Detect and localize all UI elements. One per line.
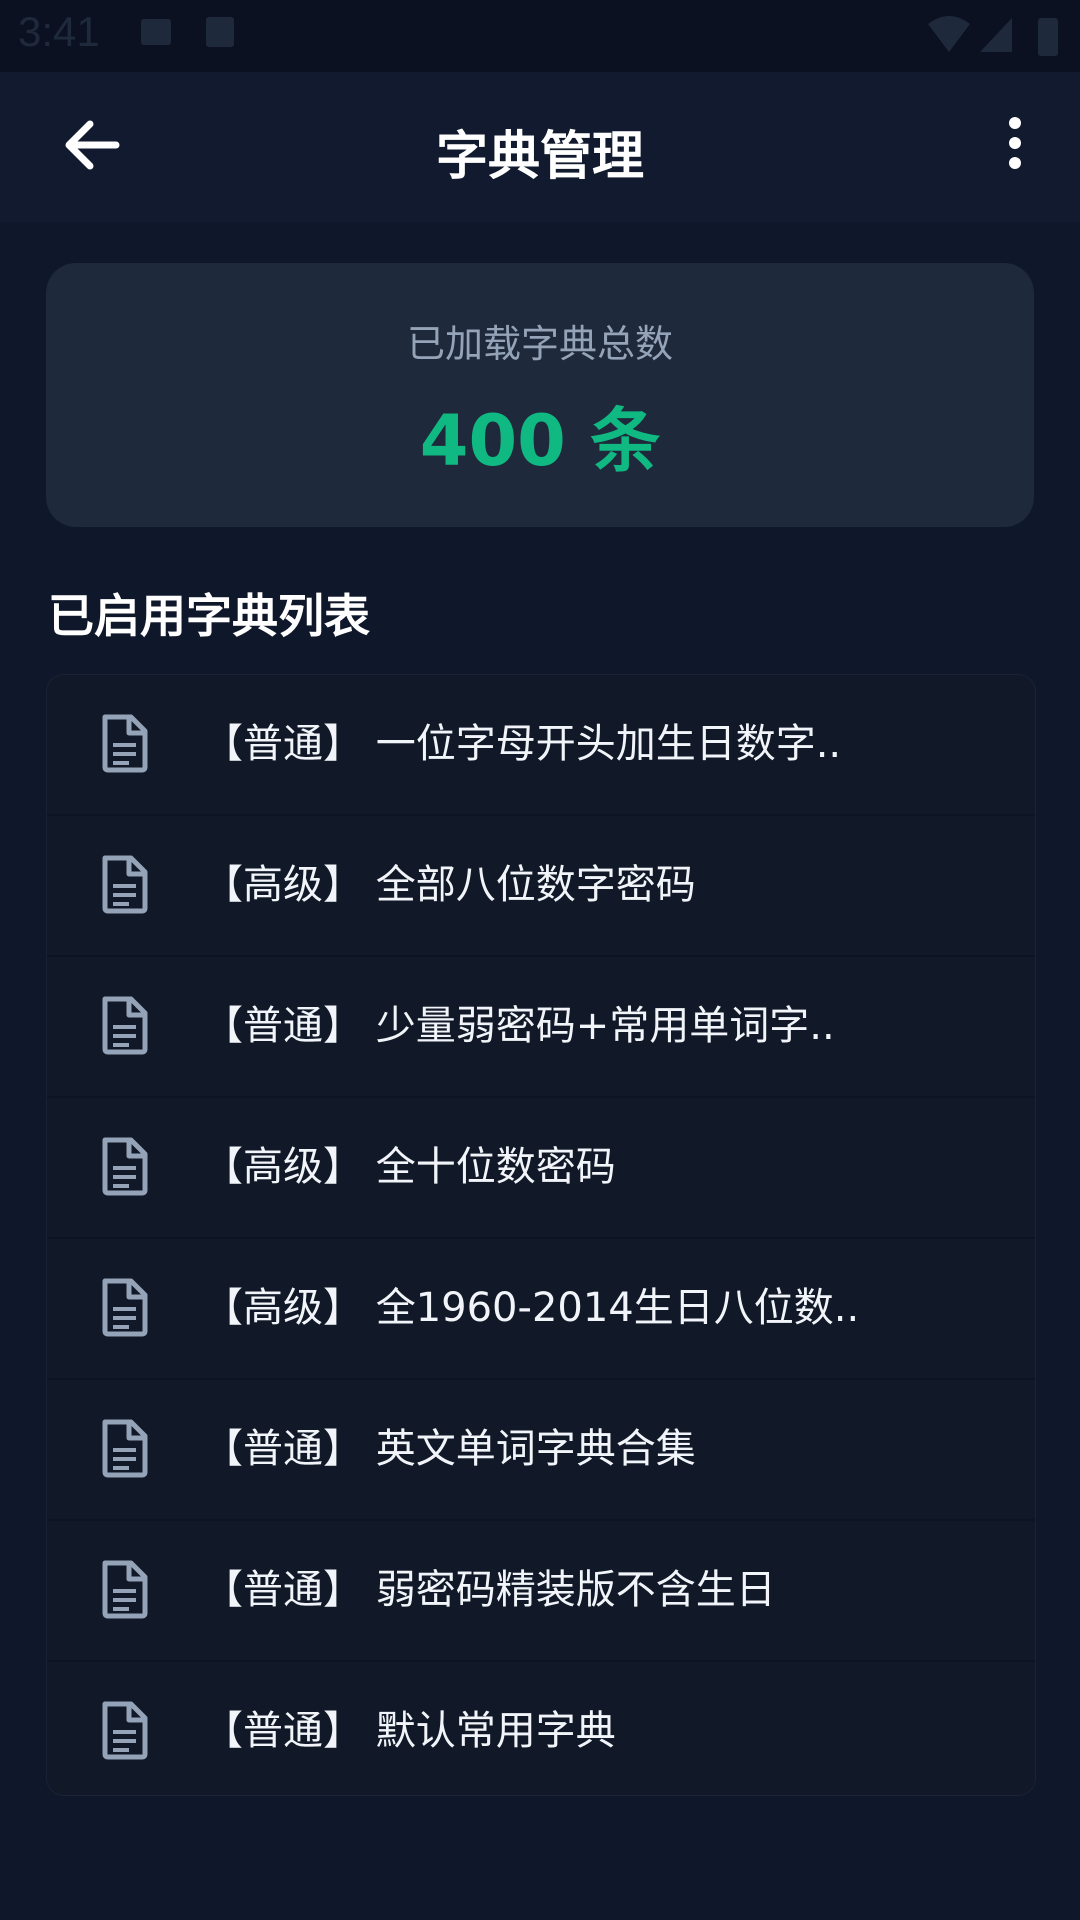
list-item-label: 【高级】 全部八位数字密码 <box>203 862 696 908</box>
list-item[interactable]: 【高级】 全1960-2014生日八位数.. <box>47 1239 1035 1380</box>
more-options-button[interactable] <box>980 110 1050 180</box>
summary-card: 已加载字典总数 400 条 <box>46 263 1034 527</box>
document-icon <box>102 1137 148 1196</box>
signal-icon <box>980 18 1012 52</box>
battery-icon <box>1038 18 1058 56</box>
list-item-label: 【普通】 英文单词字典合集 <box>203 1426 696 1472</box>
document-icon <box>102 714 148 773</box>
list-item-label: 【普通】 一位字母开头加生日数字.. <box>203 721 842 767</box>
document-icon <box>102 1419 148 1478</box>
app-bar: 字典管理 <box>0 72 1080 222</box>
list-item-label: 【高级】 全1960-2014生日八位数.. <box>203 1285 860 1331</box>
list-item[interactable]: 【普通】 少量弱密码+常用单词字.. <box>47 957 1035 1098</box>
list-item-label: 【高级】 全十位数密码 <box>203 1144 616 1190</box>
text-notification-icon <box>206 17 234 47</box>
page-title: 字典管理 <box>435 127 644 187</box>
document-icon <box>102 1701 148 1760</box>
more-vert-icon <box>1009 117 1021 169</box>
document-icon <box>102 855 148 914</box>
list-item[interactable]: 【高级】 全十位数密码 <box>47 1098 1035 1239</box>
list-item-label: 【普通】 默认常用字典 <box>203 1708 616 1754</box>
summary-label: 已加载字典总数 <box>406 322 673 366</box>
list-item[interactable]: 【高级】 全部八位数字密码 <box>47 816 1035 957</box>
list-item[interactable]: 【普通】 弱密码精装版不含生日 <box>47 1521 1035 1662</box>
image-notification-icon <box>141 19 171 45</box>
dictionary-list: 【普通】 一位字母开头加生日数字.. 【高级】 全部八位数字密码 【普通】 少量… <box>46 674 1036 1796</box>
status-time: 3:41 <box>18 8 100 55</box>
document-icon <box>102 1560 148 1619</box>
list-item[interactable]: 【普通】 默认常用字典 <box>47 1662 1035 1795</box>
status-bar: 3:41 <box>0 0 1080 72</box>
list-item-label: 【普通】 弱密码精装版不含生日 <box>203 1567 776 1613</box>
document-icon <box>102 996 148 1055</box>
list-item-label: 【普通】 少量弱密码+常用单词字.. <box>203 1003 835 1049</box>
wifi-icon <box>928 16 970 52</box>
list-item[interactable]: 【普通】 英文单词字典合集 <box>47 1380 1035 1521</box>
document-icon <box>102 1278 148 1337</box>
summary-value: 400 条 <box>419 400 661 482</box>
section-title: 已启用字典列表 <box>48 589 370 643</box>
list-item[interactable]: 【普通】 一位字母开头加生日数字.. <box>47 675 1035 816</box>
